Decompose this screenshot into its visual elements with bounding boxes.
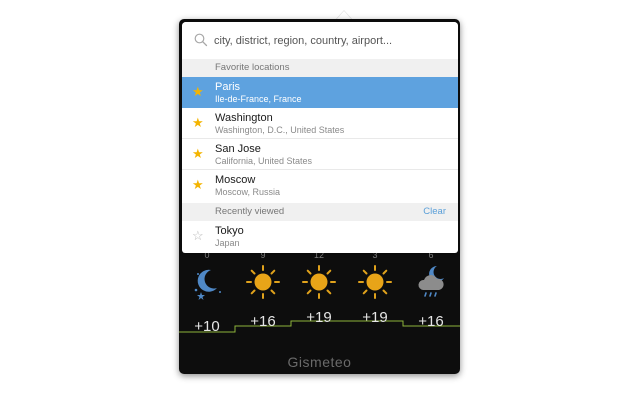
location-city: San Jose xyxy=(215,143,261,155)
location-city: Moscow xyxy=(215,174,256,186)
temperature-value: +19 xyxy=(362,309,388,326)
location-region: Moscow, Russia xyxy=(215,187,281,197)
location-city: Tokyo xyxy=(215,225,244,237)
moon-cloud-rain-icon xyxy=(403,262,459,302)
location-item-moscow[interactable]: ★ Moscow Moscow, Russia xyxy=(182,170,458,201)
location-region: Washington, D.C., United States xyxy=(215,125,345,135)
location-city: Paris xyxy=(215,81,241,93)
location-item-tokyo[interactable]: ☆ Tokyo Japan xyxy=(182,221,458,252)
moon-stars-icon xyxy=(179,262,235,302)
brand-logo: Gismeteo xyxy=(287,354,352,370)
star-filled-icon[interactable]: ★ xyxy=(192,178,204,192)
location-city: Washington xyxy=(215,112,273,124)
recent-header: Recently viewed Clear xyxy=(182,203,458,221)
search-bar xyxy=(182,22,458,58)
location-item-washington[interactable]: ★ Washington Washington, D.C., United St… xyxy=(182,108,458,139)
search-input[interactable] xyxy=(214,31,450,51)
sun-icon xyxy=(291,262,347,302)
location-item-paris[interactable]: ★ Paris Ile-de-France, France xyxy=(182,77,458,108)
star-filled-icon[interactable]: ★ xyxy=(192,116,204,130)
sun-icon xyxy=(235,262,291,302)
location-region: Japan xyxy=(215,238,240,248)
location-dropdown: Favorite locations ★ Paris Ile-de-France… xyxy=(182,22,458,253)
temperature-value: +19 xyxy=(306,309,332,326)
location-item-san-jose[interactable]: ★ San Jose California, United States xyxy=(182,139,458,170)
search-icon xyxy=(194,33,208,47)
sun-icon xyxy=(347,262,403,302)
location-region: California, United States xyxy=(215,156,313,166)
star-filled-icon[interactable]: ★ xyxy=(192,85,204,99)
favorites-header-label: Favorite locations xyxy=(215,62,290,73)
location-region: Ile-de-France, France xyxy=(215,94,302,104)
favorites-header: Favorite locations xyxy=(182,59,458,77)
temperature-value: +10 xyxy=(194,318,220,335)
recent-header-label: Recently viewed xyxy=(215,206,285,217)
star-filled-icon[interactable]: ★ xyxy=(192,147,204,161)
temperature-value: +16 xyxy=(250,313,276,330)
star-outline-icon[interactable]: ☆ xyxy=(192,229,204,243)
clear-recent-button[interactable]: Clear xyxy=(423,203,446,221)
temperature-value: +16 xyxy=(418,313,444,330)
